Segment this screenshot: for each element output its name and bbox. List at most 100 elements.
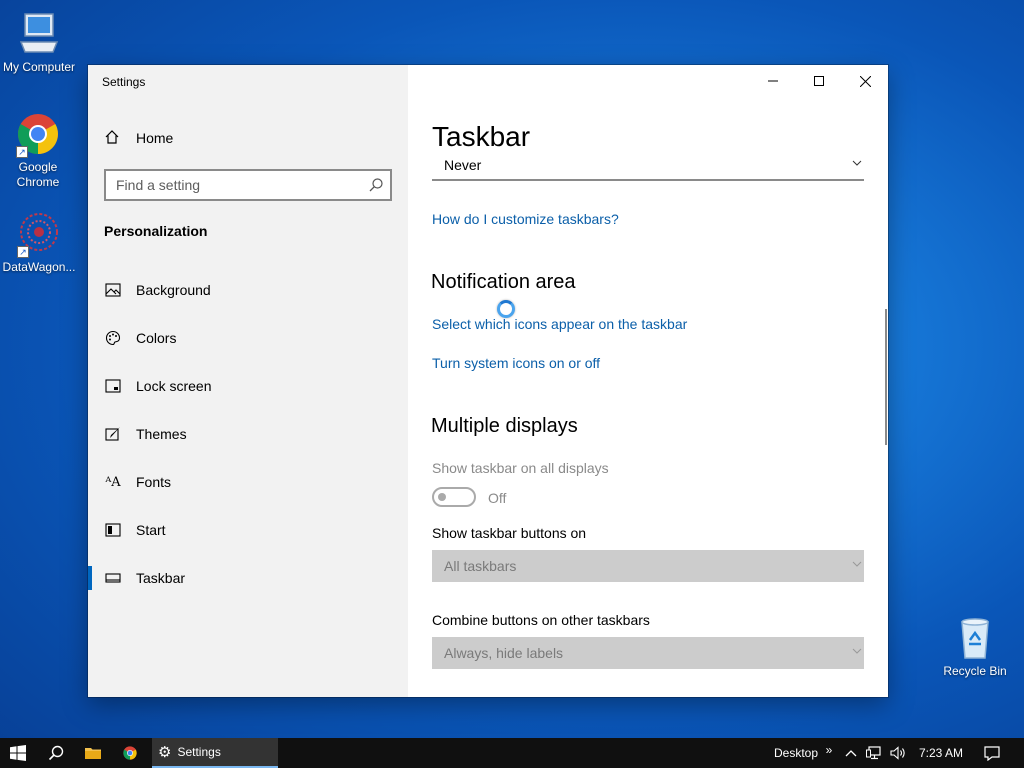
- taskbar-icon: [104, 569, 122, 587]
- desktop-icon-label: My Computer: [2, 60, 76, 74]
- dropdown-value: Never: [444, 157, 482, 173]
- windows-logo-icon: [10, 745, 26, 761]
- select-icons-link[interactable]: Select which icons appear on the taskbar: [432, 316, 687, 332]
- chevron-down-icon: [852, 648, 862, 654]
- toolbar-overflow-button[interactable]: »: [822, 738, 836, 768]
- combine-other-dropdown[interactable]: Always, hide labels: [432, 637, 864, 669]
- sidebar-item-colors[interactable]: Colors: [88, 318, 408, 358]
- shortcut-arrow-icon: ↗: [16, 146, 28, 158]
- desktop-icon-recycle-bin[interactable]: Recycle Bin: [937, 614, 1013, 679]
- minimize-icon: [768, 80, 778, 82]
- desktop-label: Desktop: [773, 746, 819, 760]
- desktop-icon-label: Recycle Bin: [943, 664, 1007, 678]
- dropdown-value: Always, hide labels: [444, 645, 564, 661]
- brush-icon: [104, 425, 122, 443]
- show-all-displays-label: Show taskbar on all displays: [432, 460, 609, 476]
- chrome-icon: [123, 746, 137, 760]
- overflow-chevron-icon: »: [825, 743, 833, 757]
- sidebar-item-fonts[interactable]: ᴬA Fonts: [88, 462, 408, 502]
- search-icon[interactable]: [368, 177, 384, 193]
- combine-other-label: Combine buttons on other taskbars: [432, 612, 650, 628]
- recycle-bin-icon: [951, 614, 999, 662]
- maximize-icon: [814, 76, 824, 86]
- close-button[interactable]: [842, 65, 888, 97]
- chevron-down-icon: [852, 160, 862, 166]
- settings-sidebar: Settings Home Personalization Background: [88, 65, 408, 697]
- chrome-icon: ↗: [14, 110, 62, 158]
- action-center-button[interactable]: [978, 738, 1006, 768]
- search-button[interactable]: [38, 738, 74, 768]
- show-hidden-icons-button[interactable]: [840, 738, 862, 768]
- gear-icon: ⚙: [158, 744, 172, 761]
- search-box[interactable]: [104, 169, 392, 201]
- sidebar-item-themes[interactable]: Themes: [88, 414, 408, 454]
- sidebar-item-label: Taskbar: [136, 570, 186, 586]
- buttons-on-dropdown[interactable]: All taskbars: [432, 550, 864, 582]
- chrome-taskbar-button[interactable]: [114, 738, 146, 768]
- search-icon: [48, 745, 64, 761]
- start-button[interactable]: [0, 738, 36, 768]
- network-button[interactable]: [862, 738, 886, 768]
- settings-window: Settings Home Personalization Background: [88, 65, 888, 697]
- volume-button[interactable]: [886, 738, 910, 768]
- sidebar-item-label: Background: [136, 282, 211, 298]
- sidebar-item-taskbar[interactable]: Taskbar: [88, 558, 408, 598]
- sidebar-item-lock-screen[interactable]: Lock screen: [88, 366, 408, 406]
- content-scrollbar[interactable]: [885, 309, 887, 445]
- taskbar: ⚙ Settings Desktop » 7:23 AM: [0, 738, 1024, 768]
- desktop-icon-label: Google Chrome: [16, 160, 60, 189]
- sidebar-item-label: Lock screen: [136, 378, 212, 394]
- buttons-on-label: Show taskbar buttons on: [432, 525, 587, 541]
- system-icons-link[interactable]: Turn system icons on or off: [432, 355, 600, 371]
- window-title: Settings: [102, 75, 146, 89]
- clock[interactable]: 7:23 AM: [912, 738, 970, 768]
- chevron-up-icon: [845, 750, 857, 757]
- window-controls: [750, 65, 888, 97]
- busy-cursor-icon: [497, 300, 515, 318]
- speaker-icon: [890, 746, 905, 760]
- chevron-down-icon: [852, 561, 862, 567]
- multiple-displays-heading: Multiple displays: [431, 415, 578, 437]
- settings-content: Taskbar Never How do I customize taskbar…: [408, 65, 888, 697]
- datawagon-icon: ↗: [15, 210, 63, 258]
- folder-icon: [85, 748, 101, 759]
- search-input[interactable]: [106, 171, 346, 199]
- home-link[interactable]: Home: [104, 127, 173, 149]
- taskbar-app-label: Settings: [177, 745, 221, 759]
- show-all-displays-toggle[interactable]: [432, 487, 476, 507]
- desktop-icon-google-chrome[interactable]: ↗ Google Chrome: [0, 110, 76, 190]
- desktop-icon-label: DataWagon...: [2, 260, 76, 274]
- settings-taskbar-button[interactable]: ⚙ Settings: [152, 738, 278, 768]
- notification-icon: [984, 745, 1000, 761]
- computer-icon: [15, 10, 63, 58]
- file-explorer-button[interactable]: [76, 738, 110, 768]
- clock-time: 7:23 AM: [918, 746, 964, 760]
- sidebar-item-label: Start: [136, 522, 166, 538]
- dropdown-value: All taskbars: [444, 558, 517, 574]
- sidebar-item-label: Fonts: [136, 474, 172, 490]
- shortcut-arrow-icon: ↗: [17, 246, 29, 258]
- desktop-icon-my-computer[interactable]: My Computer: [1, 10, 77, 75]
- combine-buttons-dropdown[interactable]: Never: [432, 149, 864, 181]
- home-label: Home: [136, 130, 174, 146]
- sidebar-item-label: Colors: [136, 330, 177, 346]
- maximize-button[interactable]: [796, 65, 842, 97]
- notification-area-heading: Notification area: [431, 271, 576, 293]
- close-icon: [859, 75, 871, 87]
- network-icon: [866, 746, 881, 760]
- font-icon: ᴬA: [105, 474, 121, 490]
- desktop-toolbar-label[interactable]: Desktop: [768, 738, 824, 768]
- sidebar-item-background[interactable]: Background: [88, 270, 408, 310]
- start-icon: [104, 521, 122, 539]
- section-title: Personalization: [104, 223, 208, 239]
- customize-taskbars-link[interactable]: How do I customize taskbars?: [432, 211, 619, 227]
- sidebar-item-label: Themes: [136, 426, 187, 442]
- desktop-icon-datawagon[interactable]: ↗ DataWagon...: [1, 210, 77, 275]
- palette-icon: [104, 329, 122, 347]
- sidebar-item-start[interactable]: Start: [88, 510, 408, 550]
- minimize-button[interactable]: [750, 65, 796, 97]
- home-icon: [104, 129, 122, 148]
- lock-screen-icon: [104, 377, 122, 395]
- picture-icon: [104, 281, 122, 299]
- toggle-state-label: Off: [488, 490, 507, 506]
